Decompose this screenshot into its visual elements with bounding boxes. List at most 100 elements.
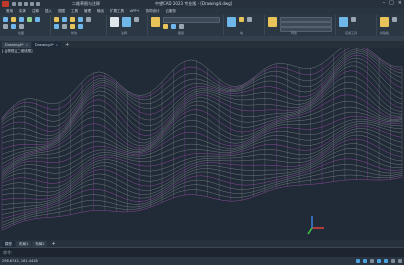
layout-tabs: 模型 布局1 布局2 + — [0, 240, 404, 247]
mesh-line — [1, 176, 403, 231]
workspace-selector[interactable]: 二维草图与注释 — [72, 1, 100, 7]
mesh-line — [1, 118, 403, 177]
hatch-icon[interactable] — [3, 24, 8, 29]
undo-icon[interactable] — [30, 2, 34, 6]
mesh-line — [1, 48, 403, 121]
window-controls: – □ × — [383, 1, 402, 6]
layer-properties-icon[interactable] — [151, 17, 160, 27]
array-icon[interactable] — [78, 24, 83, 29]
menu-item-extensions[interactable]: 扩展工具 — [110, 9, 124, 14]
new-file-icon[interactable] — [12, 2, 16, 6]
leader-icon[interactable] — [134, 17, 139, 22]
fillet-icon[interactable] — [54, 24, 59, 29]
maximize-icon[interactable]: □ — [389, 1, 394, 6]
status-bar: 298.6742, 161.4418 — [0, 257, 404, 265]
grid-toggle-icon[interactable] — [356, 259, 360, 263]
redo-icon[interactable] — [36, 2, 40, 6]
match-properties-icon[interactable] — [268, 17, 277, 27]
drawing-viewport[interactable]: [-][俯视][二维线框] — [0, 48, 404, 240]
mesh-line — [1, 81, 403, 160]
ribbon-group-annotate: 注释 — [107, 15, 148, 35]
copy-clip-icon[interactable] — [392, 17, 397, 22]
trim-icon[interactable] — [70, 17, 75, 22]
app-logo-icon[interactable] — [2, 1, 9, 7]
paste-icon[interactable] — [380, 17, 389, 27]
menu-item-manage[interactable]: 管理 — [84, 9, 91, 14]
mesh-line — [1, 148, 403, 210]
ribbon-group-label: 实用工具 — [345, 31, 358, 35]
menu-item-cloud[interactable]: 云服务 — [166, 9, 177, 14]
menu-item-insert[interactable]: 插入 — [45, 9, 52, 14]
layout1-tab[interactable]: 布局1 — [16, 240, 32, 247]
menu-item-collaboration[interactable]: 协同设计 — [146, 9, 160, 14]
lineweight-dropdown[interactable] — [280, 27, 332, 32]
mesh-line — [1, 57, 403, 136]
mirror-icon[interactable] — [86, 17, 91, 22]
ribbon-group-label: 注释 — [121, 31, 128, 35]
move-icon[interactable] — [54, 17, 59, 22]
snap-toggle-icon[interactable] — [363, 259, 367, 263]
ellipse-icon[interactable] — [11, 24, 16, 29]
copy-icon[interactable] — [78, 17, 83, 22]
layer-lock-icon[interactable] — [179, 24, 184, 29]
line-icon[interactable] — [3, 17, 8, 22]
mesh-line — [1, 138, 403, 200]
rectangle-icon[interactable] — [35, 17, 40, 22]
mesh-line — [1, 54, 403, 132]
menu-item-home[interactable]: 常用 — [6, 9, 13, 14]
view-control-label[interactable]: [-][俯视][二维线框] — [2, 49, 32, 54]
open-file-icon[interactable] — [18, 2, 22, 6]
lineweight-toggle-icon[interactable] — [391, 259, 395, 263]
create-block-icon[interactable] — [239, 17, 244, 22]
title-bar: 二维草图与注释 中望CAD 2023 专业版 - [Drawing4.dwg] … — [0, 0, 404, 8]
layer-dropdown[interactable] — [163, 17, 220, 23]
close-icon[interactable]: × — [398, 1, 402, 6]
spline-icon[interactable] — [19, 24, 24, 29]
window-title: 中望CAD 2023 专业版 - [Drawing4.dwg] — [155, 1, 233, 6]
minimize-icon[interactable]: – — [383, 1, 386, 6]
circle-icon[interactable] — [19, 17, 24, 22]
polyline-icon[interactable] — [11, 17, 16, 22]
mesh-line — [1, 88, 403, 164]
insert-block-icon[interactable] — [227, 17, 236, 27]
menu-item-annotate[interactable]: 注释 — [32, 9, 39, 14]
rotate-icon[interactable] — [62, 17, 67, 22]
menu-item-tools[interactable]: 工具 — [71, 9, 78, 14]
ribbon-group-utilities: 实用工具 — [336, 15, 377, 35]
layer-on-icon[interactable] — [163, 24, 168, 29]
stretch-icon[interactable] — [62, 24, 67, 29]
mesh-line — [1, 153, 403, 215]
measure-icon[interactable] — [339, 17, 348, 27]
menu-item-solid[interactable]: 实体 — [19, 9, 26, 14]
text-icon[interactable] — [110, 17, 119, 27]
quick-access-toolbar — [12, 2, 40, 6]
mesh-line — [1, 131, 403, 193]
model-tab[interactable]: 模型 — [2, 240, 15, 247]
osnap-toggle-icon[interactable] — [384, 259, 388, 263]
add-layout-button[interactable]: + — [48, 241, 58, 247]
ortho-toggle-icon[interactable] — [370, 259, 374, 263]
ribbon-group-label: 块 — [240, 31, 244, 35]
ribbon-group-clipboard: 剪贴板 — [377, 15, 403, 35]
ribbon-group-label: 图层 — [178, 31, 185, 35]
ribbon-group-draw: 绘图 — [0, 15, 51, 35]
menu-item-output[interactable]: 输出 — [97, 9, 104, 14]
settings-icon[interactable] — [398, 259, 402, 263]
ribbon-group-label: 修改 — [71, 31, 78, 35]
menu-item-view[interactable]: 视图 — [58, 9, 65, 14]
edit-block-icon[interactable] — [247, 17, 252, 22]
mesh-line — [1, 169, 403, 226]
scale-icon[interactable] — [70, 24, 75, 29]
arc-icon[interactable] — [27, 17, 32, 22]
layout2-tab[interactable]: 布局2 — [32, 240, 48, 247]
mesh-line — [1, 174, 403, 229]
layer-freeze-icon[interactable] — [171, 24, 176, 29]
calculator-icon[interactable] — [351, 17, 356, 22]
polar-toggle-icon[interactable] — [377, 259, 381, 263]
command-input[interactable] — [10, 249, 210, 255]
save-icon[interactable] — [24, 2, 28, 6]
mesh-line — [1, 164, 403, 223]
ribbon-group-modify: 修改 — [51, 15, 107, 35]
dimension-icon[interactable] — [122, 17, 131, 27]
menu-item-app-plus[interactable]: APP+ — [130, 9, 140, 13]
